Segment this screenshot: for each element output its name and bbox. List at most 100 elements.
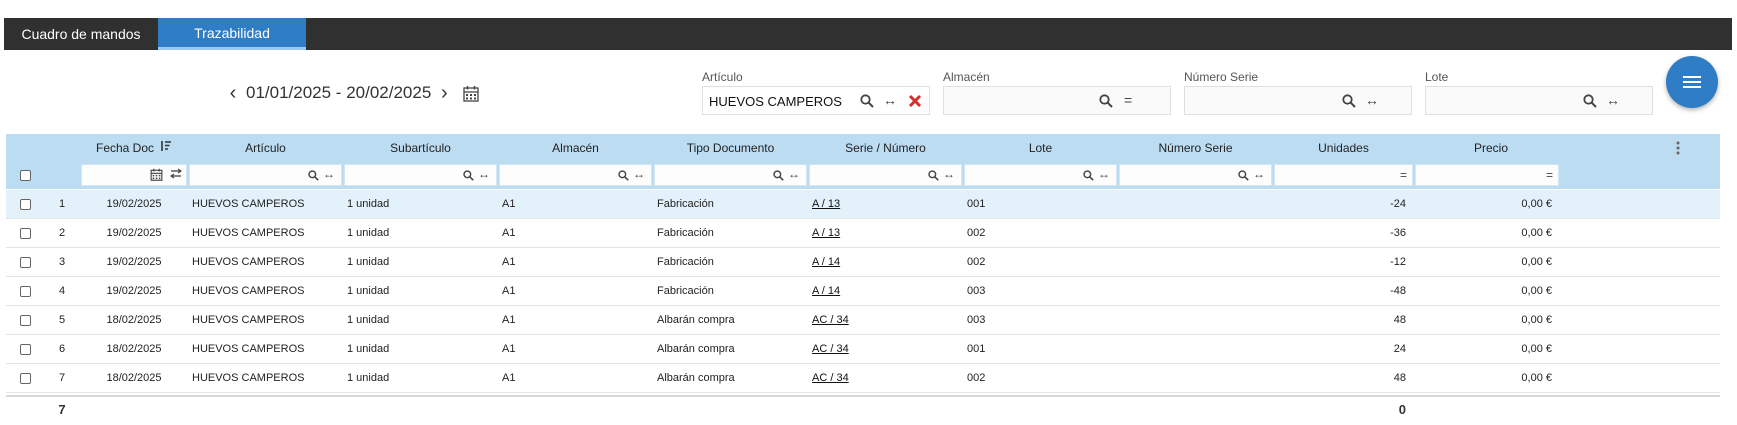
search-icon[interactable]	[618, 170, 629, 184]
cell-text: Fabricación	[657, 285, 714, 297]
cell-fecha: 19/02/2025	[80, 277, 188, 305]
document-link[interactable]: A / 14	[812, 285, 840, 297]
document-link[interactable]: A / 13	[812, 227, 840, 239]
cell-text: 18/02/2025	[106, 314, 162, 326]
cell-fecha: 18/02/2025	[80, 306, 188, 334]
table-row[interactable]: 3 19/02/2025 HUEVOS CAMPEROS 1 unidad A1 Fabr…	[6, 248, 1720, 277]
tab-cuadro-de-mandos[interactable]: Cuadro de mandos	[4, 18, 158, 50]
table-row[interactable]: 5 18/02/2025 HUEVOS CAMPEROS 1 unidad A1 Alba…	[6, 306, 1720, 335]
column-header-lote[interactable]: Lote	[963, 134, 1118, 161]
table-row[interactable]: 2 19/02/2025 HUEVOS CAMPEROS 1 unidad A1 Fabr…	[6, 219, 1720, 248]
menu-fab-button[interactable]	[1666, 56, 1718, 108]
row-checkbox[interactable]	[19, 314, 31, 326]
equals-operator-icon[interactable]: =	[1124, 92, 1132, 108]
row-checkbox[interactable]	[19, 198, 31, 210]
contains-operator-icon[interactable]: ↔	[1253, 167, 1265, 181]
table-row[interactable]: 7 18/02/2025 HUEVOS CAMPEROS 1 unidad A1 Alba…	[6, 364, 1720, 393]
contains-operator-icon[interactable]: ↔	[1098, 167, 1110, 181]
row-checkbox[interactable]	[19, 343, 31, 355]
filter-numero-serie-input[interactable]: ↔	[1184, 86, 1412, 115]
filter-articulo-input[interactable]: HUEVOS CAMPEROS ↔	[702, 86, 930, 115]
search-icon[interactable]	[1583, 94, 1597, 108]
search-icon[interactable]	[773, 170, 784, 184]
document-link[interactable]: A / 14	[812, 256, 840, 268]
contains-operator-icon[interactable]: ↔	[788, 167, 800, 181]
document-link[interactable]: AC / 34	[812, 314, 849, 326]
table-row[interactable]: 4 19/02/2025 HUEVOS CAMPEROS 1 unidad A1 Fabr…	[6, 277, 1720, 306]
document-link[interactable]: AC / 34	[812, 343, 849, 355]
column-filter-articulo[interactable]: ↔	[189, 164, 342, 186]
filter-lote-input[interactable]: ↔	[1425, 86, 1653, 115]
column-filter-serie[interactable]: ↔	[809, 164, 962, 186]
contains-operator-icon[interactable]: ↔	[1365, 92, 1379, 108]
cell-text: A1	[502, 198, 516, 210]
column-header-articulo[interactable]: Artículo	[188, 134, 343, 161]
sort-desc-icon[interactable]	[154, 140, 172, 155]
table-row[interactable]: 1 19/02/2025 HUEVOS CAMPEROS 1 unidad A1 Fabr…	[6, 190, 1720, 219]
column-filter-tipo[interactable]: ↔	[654, 164, 807, 186]
date-range-label[interactable]: 01/01/2025 - 20/02/2025	[246, 83, 431, 103]
document-link[interactable]: A / 13	[812, 198, 840, 210]
column-header-numserie[interactable]: Número Serie	[1118, 134, 1273, 161]
cell-fecha: 18/02/2025	[80, 335, 188, 363]
date-range-mode-icon[interactable]	[169, 168, 183, 182]
search-icon[interactable]	[860, 94, 874, 108]
column-filter-precio[interactable]: =	[1415, 164, 1559, 186]
column-header-unidades[interactable]: Unidades	[1273, 134, 1414, 161]
cell-precio: 0,00 €	[1414, 190, 1560, 218]
column-filter-numserie[interactable]: ↔	[1119, 164, 1272, 186]
cell-text: Fabricación	[657, 198, 714, 210]
cell-subarticulo: 1 unidad	[343, 277, 498, 305]
search-icon[interactable]	[1238, 170, 1249, 184]
contains-operator-icon[interactable]: ↔	[633, 167, 645, 181]
calendar-icon[interactable]	[463, 85, 479, 102]
cell-lote: 003	[963, 306, 1118, 334]
filter-almacen-input[interactable]: =	[943, 86, 1171, 115]
column-header-label: Subartículo	[390, 140, 451, 155]
clear-icon[interactable]	[908, 94, 922, 108]
column-header-fecha[interactable]: Fecha Doc	[80, 134, 188, 161]
column-filter-subarticulo[interactable]: ↔	[344, 164, 497, 186]
chevron-left-icon[interactable]: ‹	[226, 82, 240, 105]
document-link[interactable]: AC / 34	[812, 372, 849, 384]
cell-text: A1	[502, 314, 516, 326]
column-filter-almacen[interactable]: ↔	[499, 164, 652, 186]
filter-lote: Lote ↔	[1425, 70, 1653, 115]
row-checkbox[interactable]	[19, 372, 31, 384]
search-icon[interactable]	[308, 170, 319, 184]
column-filter-unidades[interactable]: =	[1274, 164, 1413, 186]
select-all-checkbox[interactable]	[19, 169, 31, 181]
contains-operator-icon[interactable]: ↔	[943, 167, 955, 181]
menu-icon-bar	[1683, 81, 1701, 83]
row-checkbox[interactable]	[19, 256, 31, 268]
column-header-almacen[interactable]: Almacén	[498, 134, 653, 161]
column-menu-icon[interactable]	[1671, 134, 1685, 161]
search-icon[interactable]	[1083, 170, 1094, 184]
cell-precio: 0,00 €	[1414, 335, 1560, 363]
search-icon[interactable]	[1342, 94, 1356, 108]
cell-text: -36	[1390, 227, 1406, 239]
tab-trazabilidad[interactable]: Trazabilidad	[158, 18, 306, 50]
contains-operator-icon[interactable]: ↔	[883, 92, 897, 108]
column-filter-fecha[interactable]	[81, 164, 187, 186]
row-checkbox[interactable]	[19, 285, 31, 297]
table-row[interactable]: 6 18/02/2025 HUEVOS CAMPEROS 1 unidad A1 Alba…	[6, 335, 1720, 364]
search-icon[interactable]	[463, 170, 474, 184]
column-filter-lote[interactable]: ↔	[964, 164, 1117, 186]
contains-operator-icon[interactable]: ↔	[478, 167, 490, 181]
equals-operator-icon[interactable]: =	[1546, 168, 1553, 182]
column-header-subarticulo[interactable]: Subartículo	[343, 134, 498, 161]
chevron-right-icon[interactable]: ›	[437, 82, 451, 105]
calendar-icon[interactable]	[150, 168, 163, 184]
column-header-precio[interactable]: Precio	[1414, 134, 1560, 161]
contains-operator-icon[interactable]: ↔	[323, 167, 335, 181]
tab-bar: Cuadro de mandos Trazabilidad	[4, 18, 1732, 50]
column-header-tipo[interactable]: Tipo Documento	[653, 134, 808, 161]
cell-text: 18/02/2025	[106, 343, 162, 355]
search-icon[interactable]	[928, 170, 939, 184]
contains-operator-icon[interactable]: ↔	[1606, 92, 1620, 108]
search-icon[interactable]	[1099, 94, 1113, 108]
column-header-serie[interactable]: Serie / Número	[808, 134, 963, 161]
equals-operator-icon[interactable]: =	[1400, 168, 1407, 182]
row-checkbox[interactable]	[19, 227, 31, 239]
